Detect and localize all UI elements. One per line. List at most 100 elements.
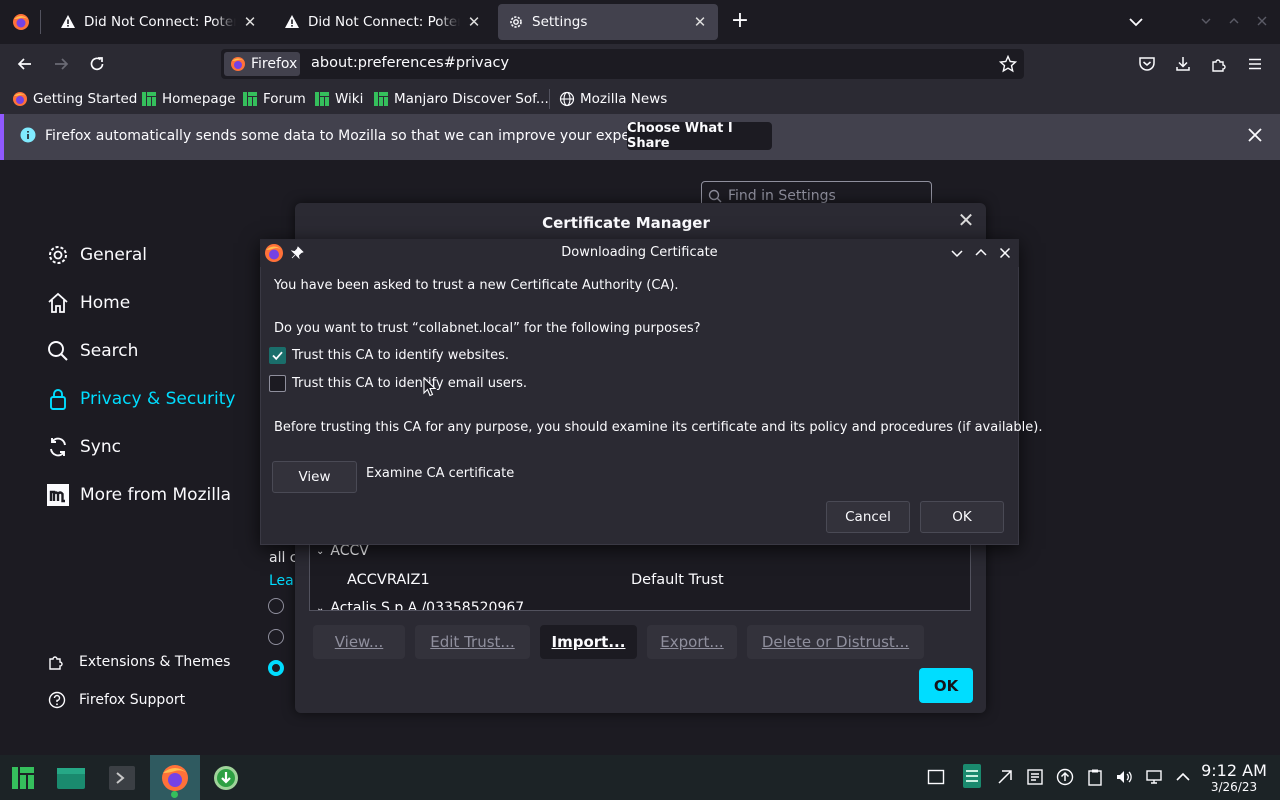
window-minimize-icon[interactable] xyxy=(1199,14,1213,28)
view-cert-button[interactable]: View... xyxy=(313,625,405,659)
category-general[interactable]: General xyxy=(46,240,147,270)
software-update-taskbar-button[interactable] xyxy=(207,760,245,796)
extensions-themes-link[interactable]: Extensions & Themes xyxy=(48,653,230,671)
clipboard-icon[interactable] xyxy=(1086,768,1104,786)
search-icon xyxy=(708,189,722,203)
network-icon[interactable] xyxy=(1145,768,1163,786)
cert-name[interactable]: ACCVRAIZ1 xyxy=(347,572,430,588)
application-launcher-button[interactable] xyxy=(4,760,42,796)
new-tab-button[interactable]: + xyxy=(729,10,751,34)
clipboard-app-icon[interactable] xyxy=(962,763,982,789)
window-close-icon[interactable] xyxy=(1255,14,1269,28)
trust-email-checkbox[interactable] xyxy=(269,375,286,392)
bookmark-getting-started[interactable]: Getting Started xyxy=(12,90,137,108)
cert-manager-ok-button[interactable]: OK xyxy=(919,668,973,703)
pocket-icon[interactable] xyxy=(1138,55,1156,73)
tab-did-not-connect-1[interactable]: Did Not Connect: Potential ✕ xyxy=(50,4,268,40)
bookmark-label: Wiki xyxy=(335,91,364,107)
tab-did-not-connect-2[interactable]: Did Not Connect: Potential ✕ xyxy=(274,4,492,40)
hamburger-menu-icon[interactable] xyxy=(1246,55,1264,73)
bookmark-manjaro-discover[interactable]: Manjaro Discover Sof... xyxy=(373,90,549,108)
cancel-button[interactable]: Cancel xyxy=(826,501,910,533)
dialog-minimize-icon[interactable] xyxy=(950,246,964,260)
firefox-support-link[interactable]: Firefox Support xyxy=(48,691,185,709)
cert-group-row[interactable]: ⌄ Actalis S.p.A./03358520967 xyxy=(316,600,524,610)
cert-group-row[interactable]: ⌄ ACCV xyxy=(316,543,369,559)
digital-clock[interactable]: 9:12 AM 3/26/23 xyxy=(1198,761,1270,795)
firefox-icon xyxy=(162,765,188,791)
lock-icon xyxy=(46,387,70,411)
radio-button-selected[interactable] xyxy=(268,660,284,676)
category-home[interactable]: Home xyxy=(46,288,130,318)
trust-websites-label[interactable]: Trust this CA to identify websites. xyxy=(292,348,509,363)
firefox-view-icon[interactable] xyxy=(10,11,32,33)
close-icon[interactable]: ✕ xyxy=(956,210,976,230)
forward-button[interactable] xyxy=(47,50,75,78)
forward-arrow-icon xyxy=(55,58,69,70)
reload-button[interactable] xyxy=(83,50,111,78)
bookmark-label: Forum xyxy=(263,91,306,107)
export-button[interactable]: Export... xyxy=(647,625,737,659)
tab-settings[interactable]: Settings ✕ xyxy=(498,4,718,40)
radio-button[interactable] xyxy=(268,598,284,614)
ok-button[interactable]: OK xyxy=(920,501,1004,533)
view-certificate-button[interactable]: View xyxy=(272,461,357,493)
bookmark-label: Homepage xyxy=(162,91,236,107)
clock-time: 9:12 AM xyxy=(1201,761,1267,780)
category-label: Home xyxy=(80,293,131,313)
terminal-taskbar-button[interactable] xyxy=(103,760,141,796)
category-label: General xyxy=(80,245,147,265)
trust-websites-checkbox[interactable] xyxy=(269,347,286,364)
clock-date: 3/26/23 xyxy=(1210,780,1258,794)
import-button[interactable]: Import... xyxy=(540,625,637,659)
bookmark-forum[interactable]: Forum xyxy=(242,90,306,108)
list-all-tabs-icon[interactable] xyxy=(1126,12,1146,32)
close-tab-icon[interactable]: ✕ xyxy=(466,14,482,30)
category-privacy-security[interactable]: Privacy & Security xyxy=(46,384,235,414)
trust-email-label[interactable]: Trust this CA to identify email users. xyxy=(292,376,527,391)
tab-divider xyxy=(40,10,41,34)
kde-connect-icon[interactable] xyxy=(996,768,1014,786)
choose-what-i-share-button[interactable]: Choose What I Share xyxy=(627,121,772,151)
category-search[interactable]: Search xyxy=(46,336,138,366)
category-sync[interactable]: Sync xyxy=(46,432,121,462)
dialog-maximize-icon[interactable] xyxy=(974,246,988,260)
category-label: Privacy & Security xyxy=(80,389,236,409)
close-tab-icon[interactable]: ✕ xyxy=(242,14,258,30)
window-maximize-icon[interactable] xyxy=(1227,14,1241,28)
updates-icon[interactable] xyxy=(1056,768,1074,786)
bookmark-homepage[interactable]: Homepage xyxy=(141,90,236,108)
extensions-icon[interactable] xyxy=(1210,55,1228,73)
tab-title: Did Not Connect: Potential xyxy=(84,14,236,30)
delete-or-distrust-button[interactable]: Delete or Distrust... xyxy=(747,625,924,659)
bookmark-wiki[interactable]: Wiki xyxy=(314,90,363,108)
firefox-icon xyxy=(230,56,246,72)
show-hidden-icons-chevron-up-icon[interactable] xyxy=(1174,768,1192,786)
url-text[interactable]: about:preferences#privacy xyxy=(311,55,509,71)
edit-trust-button[interactable]: Edit Trust... xyxy=(415,625,530,659)
close-tab-icon[interactable]: ✕ xyxy=(692,14,708,30)
certificate-list[interactable]: ⌄ ACCV ACCVRAIZ1 Default Trust ⌄ Actalis… xyxy=(309,538,971,611)
category-more-from-mozilla[interactable]: More from Mozilla xyxy=(46,480,231,510)
manjaro-icon xyxy=(12,767,34,789)
search-icon xyxy=(46,339,70,363)
downloads-icon[interactable] xyxy=(1174,55,1192,73)
partial-learn-more-link[interactable]: Lea xyxy=(269,573,294,589)
bookmark-mozilla-news[interactable]: Mozilla News xyxy=(559,90,667,108)
dialog-close-icon[interactable] xyxy=(998,246,1012,260)
package-manager-icon[interactable] xyxy=(1026,768,1044,786)
back-button[interactable] xyxy=(11,50,39,78)
identity-box[interactable]: Firefox xyxy=(224,52,300,76)
show-desktop-icon[interactable] xyxy=(927,768,945,786)
tab-title: Did Not Connect: Potential xyxy=(308,14,460,30)
bookmark-label: Manjaro Discover Sof... xyxy=(394,91,549,107)
mozilla-icon xyxy=(46,483,70,507)
footer-label: Firefox Support xyxy=(79,692,186,708)
close-notification-icon[interactable] xyxy=(1247,127,1263,143)
dialog-question-text: Do you want to trust “collabnet.local” f… xyxy=(274,321,701,336)
volume-icon[interactable] xyxy=(1115,768,1133,786)
cert-token: Default Trust xyxy=(631,572,724,588)
radio-button[interactable] xyxy=(268,629,284,645)
bookmark-star-icon[interactable] xyxy=(999,55,1017,73)
file-manager-taskbar-button[interactable] xyxy=(52,760,90,796)
